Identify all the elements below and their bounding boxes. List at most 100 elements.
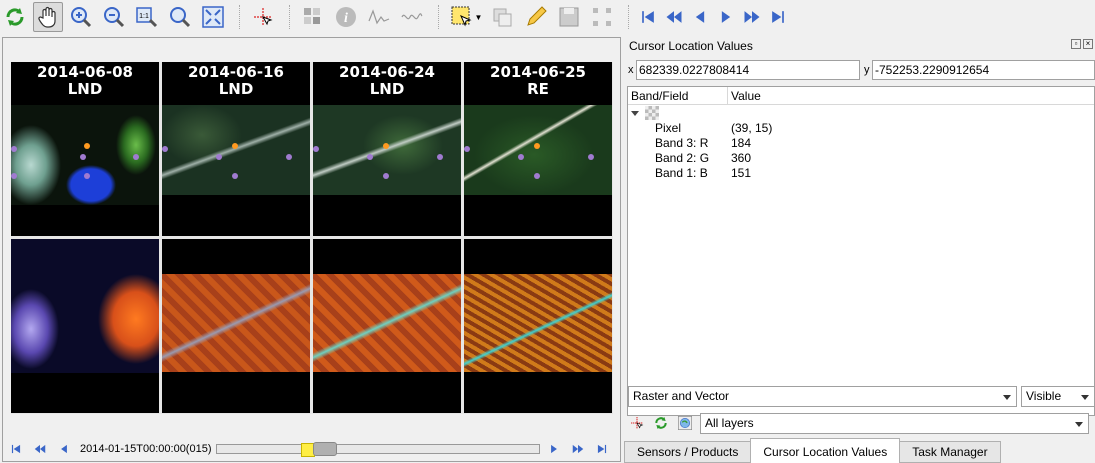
- chevron-down-icon: [1003, 395, 1011, 400]
- node-tool-icon: [593, 8, 611, 26]
- image-cell[interactable]: [464, 239, 612, 413]
- tab-cursor-location-values[interactable]: Cursor Location Values: [750, 438, 901, 463]
- node-tool-button[interactable]: [587, 2, 617, 32]
- next-fast-button[interactable]: [741, 2, 763, 32]
- next-icon: [721, 11, 731, 23]
- tree-row[interactable]: Band 3: R 184: [628, 136, 1094, 151]
- refresh-values-button[interactable]: [652, 414, 670, 432]
- zoom-full-button[interactable]: [198, 2, 228, 32]
- image-cell[interactable]: 2014-06-16 LND: [162, 62, 310, 236]
- chevron-down-icon: [1075, 421, 1083, 427]
- tree-row-value: 184: [731, 136, 752, 150]
- zoom-in-button[interactable]: [66, 2, 96, 32]
- previous-fast-icon: [666, 11, 682, 23]
- time-previous-button[interactable]: [54, 439, 74, 459]
- previous-button[interactable]: [689, 2, 711, 32]
- next-icon: [551, 444, 557, 454]
- location-marker: [588, 154, 594, 160]
- tree-row[interactable]: Band 1: B 151: [628, 166, 1094, 181]
- svg-text:i: i: [344, 11, 348, 26]
- raster-image: [313, 274, 461, 372]
- next-button[interactable]: [715, 2, 737, 32]
- layer-properties-button[interactable]: [488, 2, 518, 32]
- time-last-button[interactable]: [592, 439, 612, 459]
- time-slider-handle[interactable]: [313, 442, 337, 456]
- tab-sensors-products[interactable]: Sensors / Products: [624, 441, 752, 463]
- x-coordinate-field[interactable]: [636, 60, 860, 80]
- expand-arrow-icon[interactable]: [631, 110, 639, 116]
- svg-text:1:1: 1:1: [139, 13, 149, 20]
- time-next-button[interactable]: [544, 439, 564, 459]
- location-marker: [11, 173, 17, 179]
- zoom-native-button[interactable]: 1:1: [132, 2, 162, 32]
- crs-button[interactable]: [676, 414, 694, 432]
- select-button[interactable]: ▼: [447, 2, 485, 32]
- pick-location-button[interactable]: [628, 414, 646, 432]
- zoom-native-icon: 1:1: [136, 7, 158, 28]
- pan-button[interactable]: [33, 2, 63, 32]
- column-header-field[interactable]: Band/Field: [628, 87, 728, 104]
- cursor-location-button[interactable]: [248, 2, 278, 32]
- zoom-out-button[interactable]: [99, 2, 129, 32]
- image-cell[interactable]: [162, 239, 310, 413]
- visibility-select-value: Visible: [1026, 389, 1062, 403]
- first-button[interactable]: [637, 2, 659, 32]
- last-icon: [597, 444, 607, 454]
- last-icon: [772, 11, 784, 23]
- previous-fast-button[interactable]: [663, 2, 685, 32]
- time-previous-fast-button[interactable]: [30, 439, 50, 459]
- values-tree: Band/Field Value Pixel (39, 15) Band 3: …: [627, 86, 1095, 416]
- image-sensor-label: LND: [67, 80, 103, 98]
- last-button[interactable]: [767, 2, 789, 32]
- tree-row-value: (39, 15): [731, 121, 773, 135]
- time-slider[interactable]: [216, 442, 540, 457]
- location-marker: [518, 154, 524, 160]
- image-cell[interactable]: 2014-06-25 RE: [464, 62, 612, 236]
- image-cell[interactable]: 2014-06-24 LND: [313, 62, 461, 236]
- tree-layer-node[interactable]: [628, 105, 1094, 121]
- temporal-profile-button[interactable]: [397, 2, 427, 32]
- image-cell[interactable]: 2014-06-08 LND: [11, 62, 159, 236]
- image-grid: 2014-06-08 LND 2014-06-16 LND 2014-06-24…: [11, 62, 613, 414]
- tree-row[interactable]: Band 2: G 360: [628, 151, 1094, 166]
- location-marker: [133, 154, 139, 160]
- spectral-profile-button[interactable]: [364, 2, 394, 32]
- float-icon[interactable]: ▫: [1071, 39, 1081, 49]
- layers-select[interactable]: All layers: [700, 412, 1089, 434]
- time-first-button[interactable]: [6, 439, 26, 459]
- edit-pencil-icon: [527, 6, 547, 26]
- layer-properties-icon: [493, 8, 512, 27]
- mode-controls: Raster and Vector Visible: [628, 386, 1095, 408]
- save-edits-button[interactable]: [554, 2, 584, 32]
- previous-icon: [695, 11, 705, 23]
- column-header-value[interactable]: Value: [728, 87, 761, 104]
- mode-select[interactable]: Raster and Vector: [628, 386, 1017, 407]
- zoom-in-icon: [71, 7, 92, 28]
- edit-button[interactable]: [521, 2, 551, 32]
- spectral-tool-button[interactable]: [298, 2, 328, 32]
- time-next-fast-button[interactable]: [568, 439, 588, 459]
- location-marker-selected: [84, 143, 90, 149]
- refresh-button[interactable]: [0, 2, 30, 32]
- previous-fast-icon: [34, 444, 46, 454]
- info-button[interactable]: i: [331, 2, 361, 32]
- tree-row-key: Band 2: G: [655, 151, 710, 165]
- y-label: y: [864, 64, 870, 76]
- image-sensor-label: LND: [369, 80, 405, 98]
- close-icon[interactable]: ×: [1083, 39, 1093, 49]
- image-cell[interactable]: [313, 239, 461, 413]
- zoom-magnifier-button[interactable]: [165, 2, 195, 32]
- location-marker-selected: [383, 143, 389, 149]
- location-marker: [464, 146, 470, 152]
- image-cell[interactable]: [11, 239, 159, 413]
- location-marker: [11, 146, 17, 152]
- info-icon: i: [336, 7, 356, 27]
- visibility-select[interactable]: Visible: [1021, 386, 1095, 407]
- tree-row-value: 151: [731, 166, 752, 180]
- y-coordinate-field[interactable]: [872, 60, 1095, 80]
- coordinate-row: x y: [628, 59, 1095, 81]
- raster-image: [11, 239, 159, 373]
- tab-task-manager[interactable]: Task Manager: [899, 441, 1001, 463]
- tree-row[interactable]: Pixel (39, 15): [628, 121, 1094, 136]
- spectral-tool-icon: [304, 8, 320, 24]
